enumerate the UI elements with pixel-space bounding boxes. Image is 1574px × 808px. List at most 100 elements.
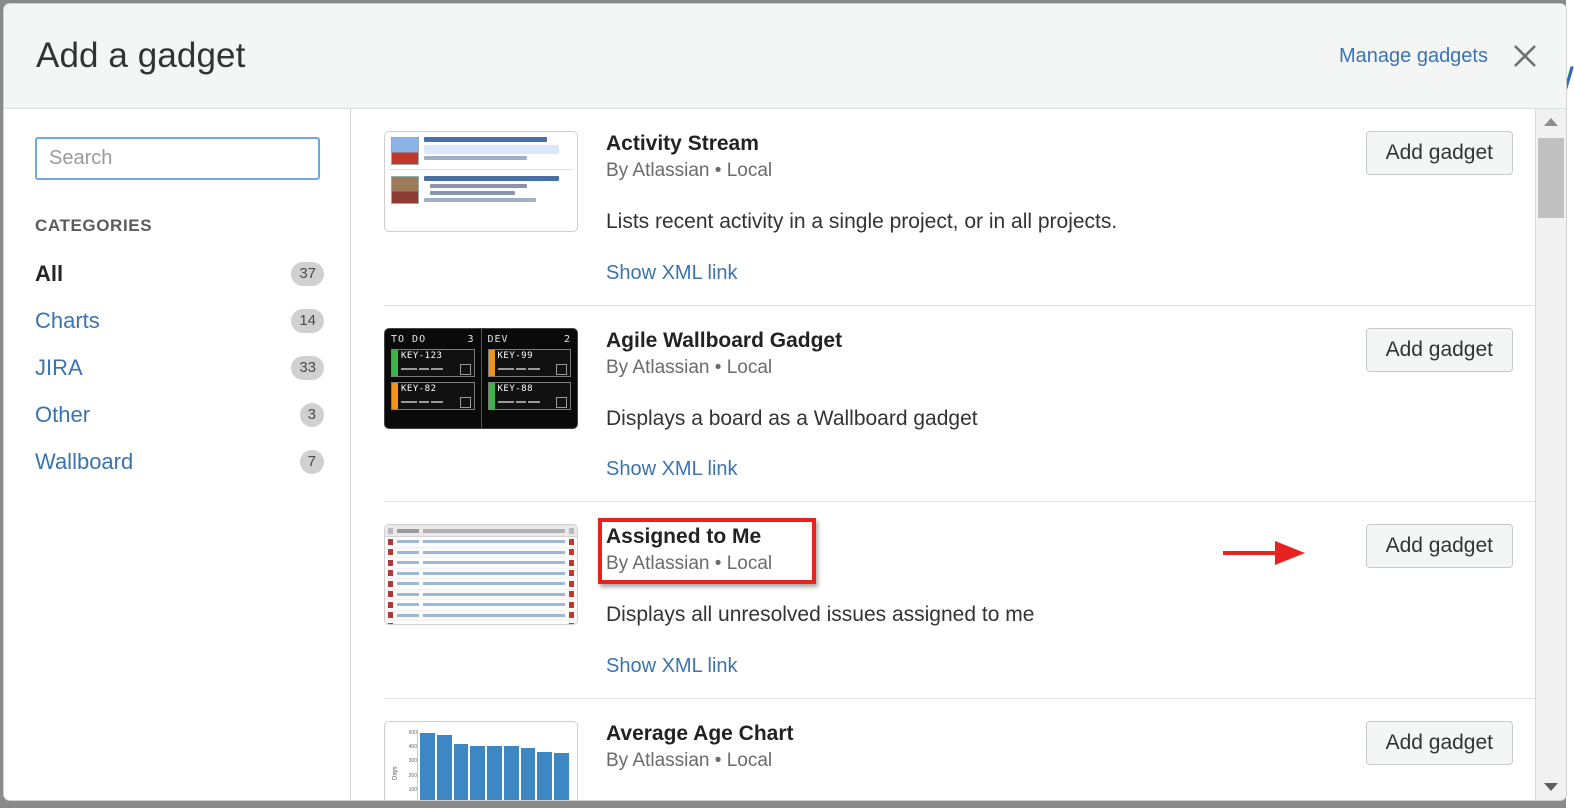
- avatar: [391, 137, 419, 165]
- wallboard-column-header: DEV 2: [488, 334, 572, 345]
- wallboard-card: KEY-82: [391, 381, 475, 410]
- activity-highlight: [424, 145, 560, 154]
- table-row: [385, 568, 577, 580]
- show-xml-link[interactable]: Show XML link: [606, 458, 738, 481]
- category-count: 3: [299, 402, 324, 427]
- card-meta: [401, 363, 471, 375]
- chart-bar: [537, 751, 553, 800]
- gadget-title: Activity Stream: [606, 132, 759, 155]
- gadget-action-cell: Add gadget: [1223, 524, 1513, 678]
- gadget-description: Displays the average number of days issu…: [606, 798, 1303, 801]
- list-region: Activity Stream By Atlassian • Local Lis…: [351, 109, 1566, 800]
- table-row: [385, 589, 577, 601]
- sidebar-item-wallboard[interactable]: Wallboard 7: [35, 438, 324, 485]
- ytick: 500: [408, 729, 417, 736]
- add-gadget-button[interactable]: Add gadget: [1365, 524, 1513, 569]
- gadget-list: Activity Stream By Atlassian • Local Lis…: [351, 109, 1535, 800]
- gadget-row-average-age-chart: Days 500 400 300 200 100 0: [384, 699, 1535, 800]
- person-icon: [459, 363, 471, 375]
- gadget-action-cell: Add gadget: [1313, 720, 1513, 800]
- column-name: TO DO: [391, 333, 427, 345]
- average-age-chart-thumbnail: Days 500 400 300 200 100 0: [384, 720, 578, 800]
- sidebar-item-jira[interactable]: JIRA 33: [35, 344, 324, 391]
- category-label: Wallboard: [35, 448, 134, 474]
- divider: [389, 169, 573, 170]
- gadget-info: Agile Wallboard Gadget By Atlassian • Lo…: [606, 328, 1313, 482]
- chart-ylabel: Days: [392, 765, 399, 780]
- activity-text: [424, 137, 571, 165]
- sidebar-item-all[interactable]: All 37: [35, 250, 324, 297]
- chart-plot-area: Mar-2009 Apr-2009 May-2009: [417, 728, 571, 800]
- gadget-info: Assigned to Me By Atlassian • Local Disp…: [598, 518, 1313, 678]
- show-xml-link[interactable]: Show XML link: [606, 655, 738, 678]
- dialog-body: CATEGORIES All 37 Charts 14 JIRA 33 Othe…: [4, 109, 1566, 800]
- avatar: [391, 176, 419, 204]
- gadget-action-cell: Add gadget: [1313, 327, 1513, 482]
- gadget-byline: By Atlassian • Local: [606, 553, 773, 575]
- ytick: 200: [408, 772, 417, 779]
- thumbnail-cell: [384, 524, 606, 678]
- sidebar-item-other[interactable]: Other 3: [35, 391, 324, 438]
- table-row: [385, 537, 577, 548]
- gadget-action-cell: Add gadget: [1313, 131, 1513, 285]
- agile-wallboard-thumbnail: TO DO 3 KEY-123 KEY-82 DEV 2 KEY-99 KEY-…: [384, 327, 578, 429]
- table-row: [385, 547, 577, 559]
- category-count: 14: [291, 308, 324, 333]
- person-icon: [556, 396, 567, 408]
- gadget-byline: By Atlassian • Local: [606, 749, 773, 771]
- table-row: [385, 600, 577, 611]
- card-key: KEY-88: [497, 383, 534, 394]
- chart-bars: [420, 731, 570, 800]
- manage-gadgets-link[interactable]: Manage gadgets: [1339, 45, 1488, 68]
- table-row: [385, 610, 577, 622]
- category-count: 7: [299, 449, 324, 474]
- search-input[interactable]: [35, 137, 320, 180]
- add-gadget-button[interactable]: Add gadget: [1365, 327, 1513, 372]
- thumbnail-cell: TO DO 3 KEY-123 KEY-82 DEV 2 KEY-99 KEY-…: [384, 327, 606, 482]
- card-meta: [497, 396, 567, 408]
- card-body: KEY-123: [398, 350, 474, 376]
- add-gadget-dialog: Add a gadget Manage gadgets CATEGORIES A…: [4, 4, 1566, 800]
- column-count: 2: [563, 333, 571, 345]
- gadget-title: Agile Wallboard Gadget: [606, 328, 843, 352]
- scroll-thumb[interactable]: [1538, 138, 1564, 218]
- gadget-row-agile-wallboard: TO DO 3 KEY-123 KEY-82 DEV 2 KEY-99 KEY-…: [384, 306, 1535, 503]
- show-xml-link[interactable]: Show XML link: [606, 262, 738, 285]
- card-body: KEY-88: [495, 383, 571, 409]
- card-key: KEY-123: [401, 350, 443, 361]
- activity-text: [424, 176, 571, 205]
- chart-bar: [520, 748, 536, 800]
- gadget-byline: By Atlassian • Local: [606, 356, 773, 378]
- thumbnail-cell: [384, 131, 606, 285]
- card-meta: [497, 363, 567, 375]
- scrollbar[interactable]: [1535, 109, 1566, 800]
- card-key: KEY-99: [497, 350, 534, 361]
- card-key: KEY-82: [401, 383, 437, 394]
- chart-bar: [554, 752, 570, 800]
- category-list: All 37 Charts 14 JIRA 33 Other 3 Wallboa…: [35, 250, 324, 485]
- chevron-up-icon[interactable]: [1536, 109, 1566, 135]
- close-icon[interactable]: [1510, 41, 1540, 71]
- column-name: DEV: [487, 333, 509, 345]
- chevron-down-icon[interactable]: [1536, 774, 1566, 800]
- chart-bar: [470, 745, 486, 800]
- sidebar: CATEGORIES All 37 Charts 14 JIRA 33 Othe…: [4, 109, 351, 800]
- add-gadget-button[interactable]: Add gadget: [1365, 131, 1513, 175]
- gadget-row-assigned-to-me: Assigned to Me By Atlassian • Local Disp…: [384, 502, 1535, 699]
- category-label: Other: [35, 401, 91, 427]
- add-gadget-button[interactable]: Add gadget: [1365, 720, 1513, 765]
- gadget-info: Activity Stream By Atlassian • Local Lis…: [606, 131, 1313, 285]
- gadget-title: Average Age Chart: [606, 721, 794, 745]
- category-label: All: [35, 260, 64, 286]
- table-row: [385, 558, 577, 569]
- categories-heading: CATEGORIES: [35, 216, 153, 235]
- card-body: KEY-99: [495, 350, 571, 376]
- category-count: 37: [291, 261, 324, 286]
- card-body: KEY-82: [398, 383, 474, 409]
- table-row: [385, 621, 577, 625]
- sidebar-item-charts[interactable]: Charts 14: [35, 297, 324, 344]
- chart-bar: [503, 745, 519, 800]
- background-page-strip: [1566, 0, 1574, 808]
- activity-entry: [385, 132, 577, 168]
- gadget-description: Lists recent activity in a single projec…: [606, 210, 1118, 234]
